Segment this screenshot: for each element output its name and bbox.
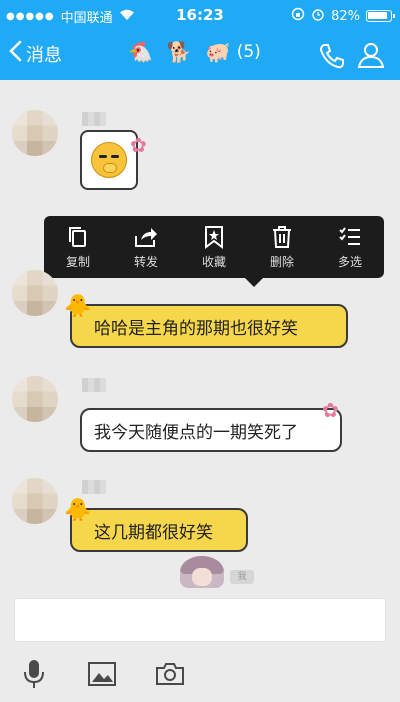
avatar[interactable] [12,376,58,422]
voice-button[interactable] [0,652,68,696]
group-members[interactable]: 🐔 🐕 🐖 (5) [128,40,261,64]
flower-decoration-icon: ✿ [130,133,147,157]
group-count: (5) [236,42,261,62]
menu-item-label: 复制 [65,254,90,269]
flower-decoration-icon: ✿ [322,398,339,422]
menu-item-delete[interactable]: 删除 [252,225,312,270]
nav-bar: 消息 🐔 🐕 🐖 (5) [0,30,400,80]
menu-item-multiselect[interactable]: 多选 [320,225,380,270]
back-label: 消息 [26,44,62,66]
input-toolbar [0,645,400,702]
message-bubble[interactable]: 我今天随便点的一期笑死了 [80,408,342,452]
context-menu: 复制 转发 收藏 删除 多选 [44,216,384,287]
menu-pointer [244,277,264,287]
chick-decoration-icon: 🐥 [64,498,92,523]
self-badge: 我 [230,570,254,584]
status-bar: ●●●●● 中国联通 16:23 82% [0,0,400,30]
phone-button[interactable] [318,42,346,74]
menu-item-favorite[interactable]: 收藏 [184,225,244,270]
sender-name [82,378,106,392]
message-bubble[interactable]: 哈哈是主角的那期也很好笑 [70,304,348,348]
bookmark-icon [205,225,223,249]
status-right: 82% [291,7,395,25]
menu-item-copy[interactable]: 复制 [48,225,108,270]
microphone-icon [24,659,44,688]
battery-label: 82% [331,8,360,24]
trash-icon [273,225,291,248]
image-icon [88,661,116,686]
pig-icon: 🐖 [205,40,231,64]
sender-name [82,112,106,126]
chevron-left-icon [8,40,22,67]
sender-name [82,480,106,494]
avatar[interactable] [12,270,58,316]
message-bubble[interactable]: 这几期都很好笑 [70,508,248,552]
chicken-icon: 🐔 [128,40,153,64]
emoji-sticker-icon [91,142,127,178]
battery-icon [366,10,395,22]
message-text: 哈哈是主角的那期也很好笑 [94,318,298,339]
message-text: 这几期都很好笑 [94,522,213,543]
avatar[interactable] [12,110,58,156]
alarm-icon [311,7,325,25]
copy-icon [69,226,86,247]
rotation-lock-icon [291,7,305,25]
menu-item-label: 收藏 [201,254,226,269]
avatar[interactable] [12,478,58,524]
camera-button[interactable] [136,652,204,696]
forward-icon [135,227,157,247]
chick-decoration-icon: 🐥 [64,294,92,319]
menu-item-label: 多选 [337,254,362,269]
dog-icon: 🐕 [166,40,192,64]
phone-icon [319,44,344,69]
message-input[interactable] [14,598,386,642]
menu-item-label: 转发 [133,254,158,269]
message-text: 我今天随便点的一期笑死了 [94,422,298,443]
contact-button[interactable] [354,41,388,73]
self-avatar[interactable] [180,556,224,588]
contact-icon [357,43,385,68]
menu-item-label: 删除 [269,254,294,269]
multiselect-icon [339,226,360,245]
menu-item-forward[interactable]: 转发 [116,225,176,270]
image-button[interactable] [68,652,136,696]
back-button[interactable]: 消息 [8,40,62,67]
camera-icon [156,662,184,685]
